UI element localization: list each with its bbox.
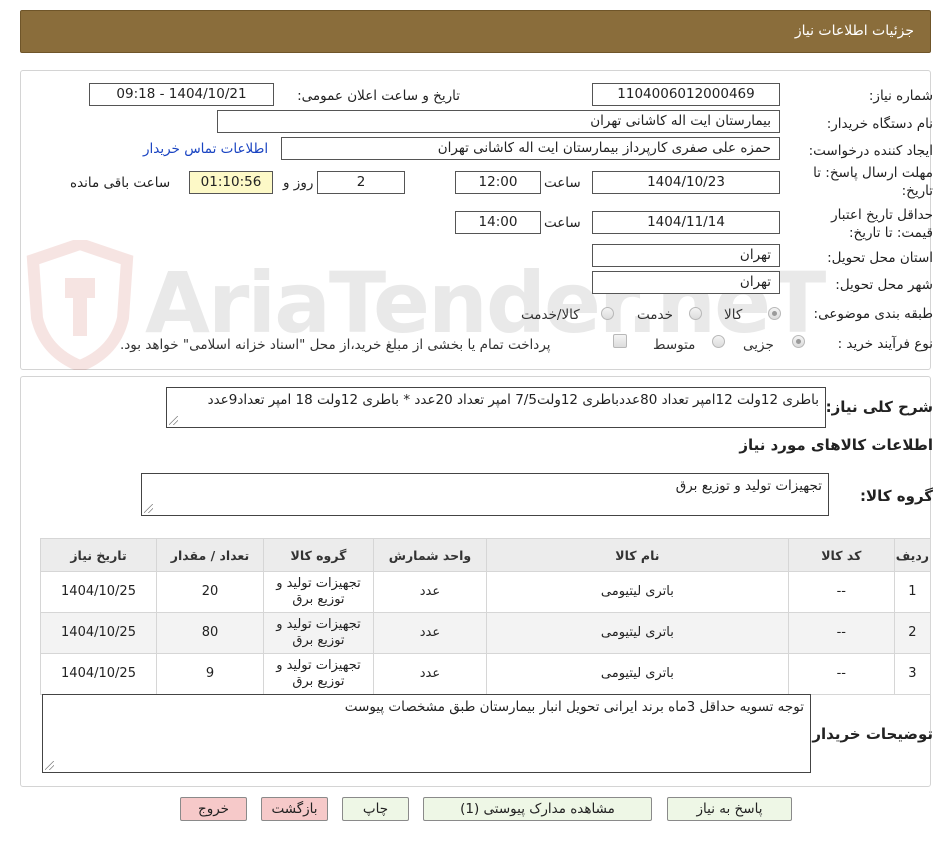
process-type-label: نوع فرآیند خرید : (837, 336, 933, 352)
validity-time-word: ساعت (544, 215, 581, 231)
goods-group-text: تجهیزات تولید و توزیع برق (675, 478, 822, 494)
table-cell: تجهیزات تولید و توزیع برق (262, 612, 374, 654)
reply-to-need-button[interactable]: پاسخ به نیاز (667, 797, 792, 821)
table-cell: 20 (156, 571, 264, 613)
column-header: ردیف (893, 538, 932, 572)
table-cell: باتری لیتیومی (485, 612, 789, 654)
announce-datetime-label: تاریخ و ساعت اعلان عمومی: (297, 88, 460, 104)
items-table: ردیف کد کالا نام کالا واحد شمارش گروه کا… (39, 538, 932, 695)
validity-date-field: 1404/11/14 (592, 211, 780, 234)
category-radio-service[interactable] (689, 307, 702, 320)
table-cell: باتری لیتیومی (485, 653, 789, 695)
validity-time-field: 14:00 (455, 211, 541, 234)
category-radio-goods[interactable] (768, 307, 781, 320)
goods-group-label: گروه کالا: (860, 487, 933, 505)
table-cell: -- (787, 571, 895, 613)
table-cell: 2 (893, 612, 932, 654)
buyer-notes-textarea: توجه تسویه حداقل 3ماه برند ایرانی تحویل … (42, 694, 811, 773)
city-label: شهر محل تحویل: (835, 277, 933, 293)
table-cell: 3 (893, 653, 932, 695)
days-word: روز و (283, 175, 314, 191)
buyer-notes-label: توضیحات خریدار: (806, 725, 933, 743)
deadline-date-field: 1404/10/23 (592, 171, 780, 194)
table-row: 1 -- باتری لیتیومی عدد تجهیزات تولید و ت… (39, 571, 932, 613)
table-cell: 1 (893, 571, 932, 613)
deadline-time-field: 12:00 (455, 171, 541, 194)
days-remaining-field: 2 (317, 171, 405, 194)
remaining-time-word: ساعت باقی مانده (70, 175, 171, 191)
validity-label: حداقل تاریخ اعتبار (831, 207, 933, 223)
column-header: واحد شمارش (372, 538, 487, 572)
buyer-org-label: نام دستگاه خریدار: (826, 116, 933, 132)
table-header-row: ردیف کد کالا نام کالا واحد شمارش گروه کا… (39, 538, 932, 572)
deadline-time-word: ساعت (544, 175, 581, 191)
column-header: نام کالا (485, 538, 789, 572)
table-cell: 1404/10/25 (39, 653, 158, 695)
process-radio-medium[interactable] (712, 335, 725, 348)
process-option-minor: جزیی (743, 337, 774, 353)
province-label: استان محل تحویل: (827, 250, 933, 266)
treasury-payment-note: پرداخت تمام یا بخشی از مبلغ خرید،از محل … (120, 337, 551, 353)
need-number-label: شماره نیاز: (868, 88, 933, 104)
announce-datetime-field: 1404/10/21 - 09:18 (89, 83, 274, 106)
column-header: تعداد / مقدار (156, 538, 264, 572)
table-cell: عدد (372, 571, 487, 613)
process-option-medium: متوسط (653, 337, 696, 353)
category-label: طبقه بندی موضوعی: (813, 306, 933, 322)
summary-label: شرح کلی نیاز: (825, 398, 933, 416)
items-table-container: ردیف کد کالا نام کالا واحد شمارش گروه کا… (39, 538, 932, 695)
remaining-time-field: 01:10:56 (189, 171, 273, 194)
exit-button[interactable]: خروج (180, 797, 247, 821)
table-row: 3 -- باتری لیتیومی عدد تجهیزات تولید و ت… (39, 653, 932, 695)
process-radio-minor[interactable] (792, 335, 805, 348)
need-number-field: 1104006012000469 (592, 83, 780, 106)
requester-label: ایجاد کننده درخواست: (808, 143, 933, 159)
buyer-contact-link[interactable]: اطلاعات تماس خریدار (143, 141, 268, 157)
treasury-payment-checkbox[interactable] (613, 334, 627, 348)
summary-textarea: باطری 12ولت 12امپر تعداد 80عددباطری 12ول… (166, 387, 826, 428)
table-cell: باتری لیتیومی (485, 571, 789, 613)
table-cell: عدد (372, 612, 487, 654)
goods-section-title: اطلاعات کالاهای مورد نیاز (739, 436, 933, 454)
table-cell: عدد (372, 653, 487, 695)
resize-grip-icon[interactable] (144, 504, 153, 513)
resize-grip-icon[interactable] (45, 761, 54, 770)
city-field: تهران (592, 271, 780, 294)
category-radio-goods-service[interactable] (601, 307, 614, 320)
buyer-org-field: بیمارستان ایت اله کاشانی تهران (217, 110, 780, 133)
page-title: جزئیات اطلاعات نیاز (794, 23, 914, 39)
page-header: جزئیات اطلاعات نیاز (20, 10, 931, 53)
deadline-label: مهلت ارسال پاسخ: تا (813, 165, 933, 181)
table-cell: -- (787, 653, 895, 695)
view-attachments-button[interactable]: مشاهده مدارک پیوستی (1) (423, 797, 652, 821)
table-cell: 1404/10/25 (39, 571, 158, 613)
table-cell: تجهیزات تولید و توزیع برق (262, 653, 374, 695)
validity-label-2: قیمت: تا تاریخ: (849, 225, 933, 241)
table-cell: -- (787, 612, 895, 654)
table-cell: 9 (156, 653, 264, 695)
deadline-label-2: تاریخ: (901, 183, 933, 199)
table-cell: 80 (156, 612, 264, 654)
category-option-goods: کالا (724, 307, 743, 323)
table-cell: تجهیزات تولید و توزیع برق (262, 571, 374, 613)
requester-field: حمزه علی صفری کارپرداز بیمارستان ایت اله… (281, 137, 780, 160)
back-button[interactable]: بازگشت (261, 797, 328, 821)
print-button[interactable]: چاپ (342, 797, 409, 821)
province-field: تهران (592, 244, 780, 267)
table-cell: 1404/10/25 (39, 612, 158, 654)
column-header: کد کالا (787, 538, 895, 572)
category-option-goods-service: کالا/خدمت (521, 307, 580, 323)
resize-grip-icon[interactable] (169, 416, 178, 425)
buyer-notes-text: توجه تسویه حداقل 3ماه برند ایرانی تحویل … (344, 699, 804, 715)
table-row: 2 -- باتری لیتیومی عدد تجهیزات تولید و ت… (39, 612, 932, 654)
column-header: تاریخ نیاز (39, 538, 158, 572)
column-header: گروه کالا (262, 538, 374, 572)
summary-text: باطری 12ولت 12امپر تعداد 80عددباطری 12ول… (207, 392, 819, 408)
goods-group-textarea: تجهیزات تولید و توزیع برق (141, 473, 829, 516)
category-option-service: خدمت (637, 307, 673, 323)
